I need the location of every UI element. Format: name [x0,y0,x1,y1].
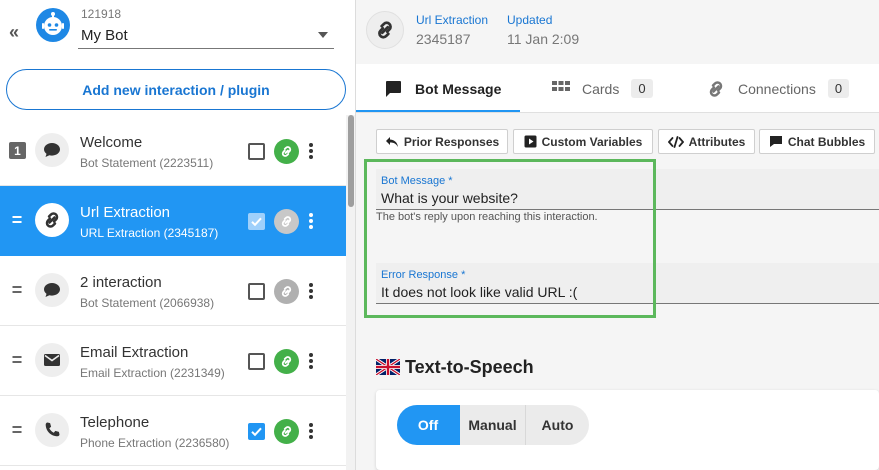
item-title: 2 interaction [80,274,162,291]
order-number-badge: 1 [9,142,26,159]
add-interaction-button[interactable]: Add new interaction / plugin [6,69,346,110]
item-checkbox[interactable] [248,283,265,300]
more-options-icon[interactable] [305,351,317,371]
more-options-icon[interactable] [305,211,317,231]
interaction-id: 2345187 [416,31,471,47]
item-title: Email Extraction [80,344,189,361]
play-box-icon [524,135,537,148]
link-status-button[interactable] [274,139,299,164]
interaction-type-avatar [366,11,404,49]
more-options-icon[interactable] [305,421,317,441]
tab-label: Connections [738,80,816,97]
chat-bubble-icon [769,136,782,147]
grid-icon [552,80,570,91]
item-subtitle: Email Extraction (2231349) [80,366,225,380]
more-options-icon[interactable] [305,281,317,301]
list-item[interactable]: = Url Extraction URL Extraction (2345187… [0,186,346,256]
row-type-icon [35,133,69,167]
link-icon [281,216,292,227]
link-icon [281,426,292,437]
robot-icon [42,12,64,35]
tab-label: Cards [582,80,620,97]
item-title: Telephone [80,414,150,431]
reply-icon [385,136,398,147]
cards-count-badge: 0 [631,79,653,98]
tab-label: Bot Message [415,80,502,97]
tts-title: Text-to-Speech [405,357,534,377]
chat-bubbles-button[interactable]: Chat Bubbles [759,129,875,154]
interaction-type-label: Url Extraction [416,13,489,27]
drag-handle-icon[interactable]: = [9,350,25,370]
updated-label: Updated [507,13,553,27]
link-status-button[interactable] [274,419,299,444]
more-options-icon[interactable] [305,141,317,161]
row-type-icon [35,413,69,447]
tts-option-manual[interactable]: Manual [460,405,526,445]
row-type-icon [35,273,69,307]
item-checkbox[interactable] [248,213,265,230]
list-item[interactable]: 1 Welcome Bot Statement (2223511) [0,116,346,186]
row-type-icon [35,343,69,377]
interaction-editor: Url Extraction 2345187 Updated 11 Jan 2:… [356,0,879,470]
item-checkbox[interactable] [248,423,265,440]
link-icon [281,356,292,367]
link-status-button[interactable] [274,349,299,374]
uk-flag-icon [376,359,400,375]
link-icon [281,146,292,157]
item-title: Url Extraction [80,204,171,221]
list-item[interactable]: = Email Extraction Email Extraction (223… [0,326,346,396]
link-icon [45,212,59,228]
link-status-button[interactable] [274,209,299,234]
connections-count-badge: 0 [827,79,850,98]
row-type-icon [35,203,69,237]
bot-id: 121918 [81,7,122,21]
item-subtitle: URL Extraction (2345187) [80,226,219,240]
bot-select[interactable]: My Bot [78,24,334,49]
tts-card: Off Manual Auto [376,390,879,470]
envelope-icon [44,354,60,366]
prior-responses-button[interactable]: Prior Responses [376,129,508,154]
list-item[interactable]: = Telephone Phone Extraction (2236580) [0,396,346,466]
custom-variables-button[interactable]: Custom Variables [513,129,653,154]
tab-cards[interactable]: Cards 0 [552,64,653,113]
item-subtitle: Phone Extraction (2236580) [80,436,230,450]
drag-handle-icon[interactable]: = [9,280,25,300]
drag-handle-icon[interactable]: = [9,420,25,440]
attributes-button[interactable]: Attributes [658,129,755,154]
list-item[interactable]: = 2 interaction Bot Statement (2066938) [0,256,346,326]
list-scrollbar-thumb[interactable] [348,115,354,207]
checkmark-icon [251,427,262,437]
item-checkbox[interactable] [248,353,265,370]
tts-option-off[interactable]: Off [397,405,460,445]
phone-icon [45,422,60,437]
link-status-button[interactable] [274,279,299,304]
chat-bubble-icon [44,143,60,157]
item-subtitle: Bot Statement (2223511) [80,156,214,170]
link-icon [281,286,292,297]
active-tab-indicator [356,110,520,112]
bot-avatar [36,8,70,42]
caret-down-icon [318,32,328,38]
item-subtitle: Bot Statement (2066938) [80,296,215,310]
collapse-sidebar-icon[interactable]: « [9,22,19,43]
bot-name: My Bot [81,27,128,44]
updated-value: 11 Jan 2:09 [507,31,580,47]
item-checkbox[interactable] [248,143,265,160]
checkmark-icon [251,217,262,227]
tab-connections[interactable]: Connections 0 [706,64,850,113]
link-icon [709,80,723,97]
tts-option-auto[interactable]: Auto [526,405,589,445]
drag-handle-icon[interactable]: = [9,210,25,230]
interaction-sidebar: « 121918 My Bot Add new interaction / pl… [0,0,356,470]
link-icon [378,21,392,39]
item-title: Welcome [80,134,143,151]
editor-tabs: Bot Message Cards 0 Connections 0 [356,64,879,113]
tab-bot-message[interactable]: Bot Message [383,64,501,113]
highlight-box [364,159,656,318]
message-icon [386,80,401,97]
tts-mode-toggle: Off Manual Auto [397,405,589,445]
interaction-list: 1 Welcome Bot Statement (2223511) = Url … [0,116,346,466]
code-icon [667,135,684,148]
chat-bubble-icon [44,283,60,297]
